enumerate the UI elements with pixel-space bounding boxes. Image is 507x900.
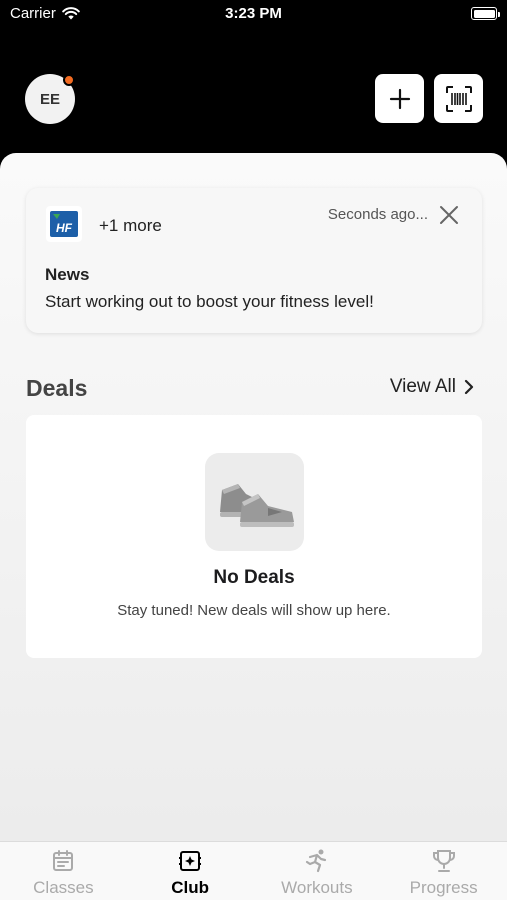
deals-card: No Deals Stay tuned! New deals will show…	[26, 415, 482, 658]
tab-progress[interactable]: Progress	[380, 842, 507, 900]
running-icon	[304, 848, 330, 874]
scan-button[interactable]	[434, 74, 483, 123]
deals-heading: Deals	[26, 375, 88, 401]
status-bar: Carrier 3:23 PM	[0, 0, 507, 30]
tab-bar: Classes Club Workouts Progress	[0, 841, 507, 900]
plus-icon	[389, 88, 410, 109]
view-all-link[interactable]: View All	[390, 376, 474, 398]
chevron-right-icon	[464, 379, 474, 395]
trophy-icon	[431, 848, 457, 874]
tab-label-progress: Progress	[409, 878, 478, 897]
tab-club[interactable]: Club	[127, 842, 254, 900]
news-title: News	[45, 265, 90, 284]
sneakers-icon	[219, 484, 294, 527]
news-timestamp: Seconds ago...	[327, 206, 428, 223]
tab-workouts[interactable]: Workouts	[254, 842, 381, 900]
barcode-scan-icon	[445, 85, 472, 112]
tab-label-club: Club	[171, 878, 210, 897]
tab-classes[interactable]: Classes	[0, 842, 127, 900]
news-logo: HF	[46, 206, 82, 242]
avatar[interactable]: EE	[25, 74, 75, 124]
club-icon	[177, 848, 203, 874]
tab-label-classes: Classes	[33, 878, 94, 897]
add-button[interactable]	[375, 74, 424, 123]
deals-empty-image	[205, 453, 304, 551]
news-more-count: +1 more	[99, 216, 162, 235]
hf-logo-icon: HF	[50, 211, 78, 237]
main-content: HF +1 more Seconds ago... News Start wor…	[0, 153, 507, 841]
tab-label-workouts: Workouts	[281, 878, 353, 897]
news-card[interactable]: HF +1 more Seconds ago... News Start wor…	[26, 188, 482, 333]
battery-icon	[471, 7, 500, 20]
close-icon	[440, 206, 458, 224]
calendar-icon	[50, 848, 76, 874]
close-button[interactable]	[438, 204, 460, 226]
avatar-initials: EE	[39, 90, 60, 108]
notification-dot	[63, 74, 75, 86]
status-time: 3:23 PM	[225, 5, 282, 22]
news-body: Start working out to boost your fitness …	[45, 292, 374, 311]
no-deals-title: No Deals	[213, 567, 295, 588]
view-all-label: View All	[389, 376, 456, 397]
logo-text: HF	[56, 221, 73, 235]
no-deals-text: Stay tuned! New deals will show up here.	[117, 602, 391, 619]
